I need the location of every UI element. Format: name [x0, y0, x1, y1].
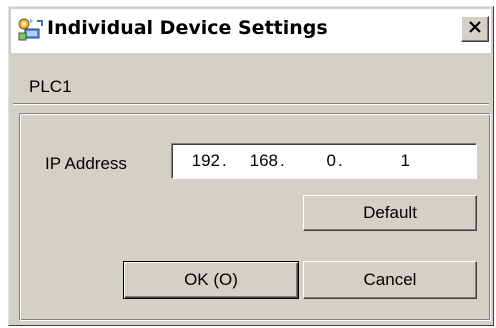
default-button[interactable]: Default: [303, 195, 477, 231]
ip-octet-1[interactable]: 192: [182, 151, 220, 171]
ip-octet-2[interactable]: 168: [240, 151, 278, 171]
title-bar[interactable]: Individual Device Settings: [11, 9, 491, 53]
ip-separator-3: .: [338, 151, 343, 170]
ip-separator-1: .: [222, 151, 227, 170]
ip-address-field[interactable]: 192 . 168 . 0 . 1: [171, 143, 477, 179]
settings-icon: [15, 15, 45, 43]
ip-separator-2: .: [280, 151, 285, 170]
ip-address-label: IP Address: [45, 154, 127, 173]
ip-octet-3[interactable]: 0: [298, 151, 336, 171]
separator-highlight: [13, 104, 489, 105]
ok-button[interactable]: OK (O): [123, 261, 299, 299]
window-title: Individual Device Settings: [47, 17, 328, 39]
cancel-button[interactable]: Cancel: [303, 261, 477, 299]
close-icon: [468, 20, 482, 39]
individual-device-settings-dialog: Individual Device Settings PLC1 IP Addre…: [8, 6, 494, 326]
close-button[interactable]: [461, 16, 489, 42]
device-name-label: PLC1: [29, 77, 72, 96]
ip-octet-4[interactable]: 1: [372, 151, 410, 171]
